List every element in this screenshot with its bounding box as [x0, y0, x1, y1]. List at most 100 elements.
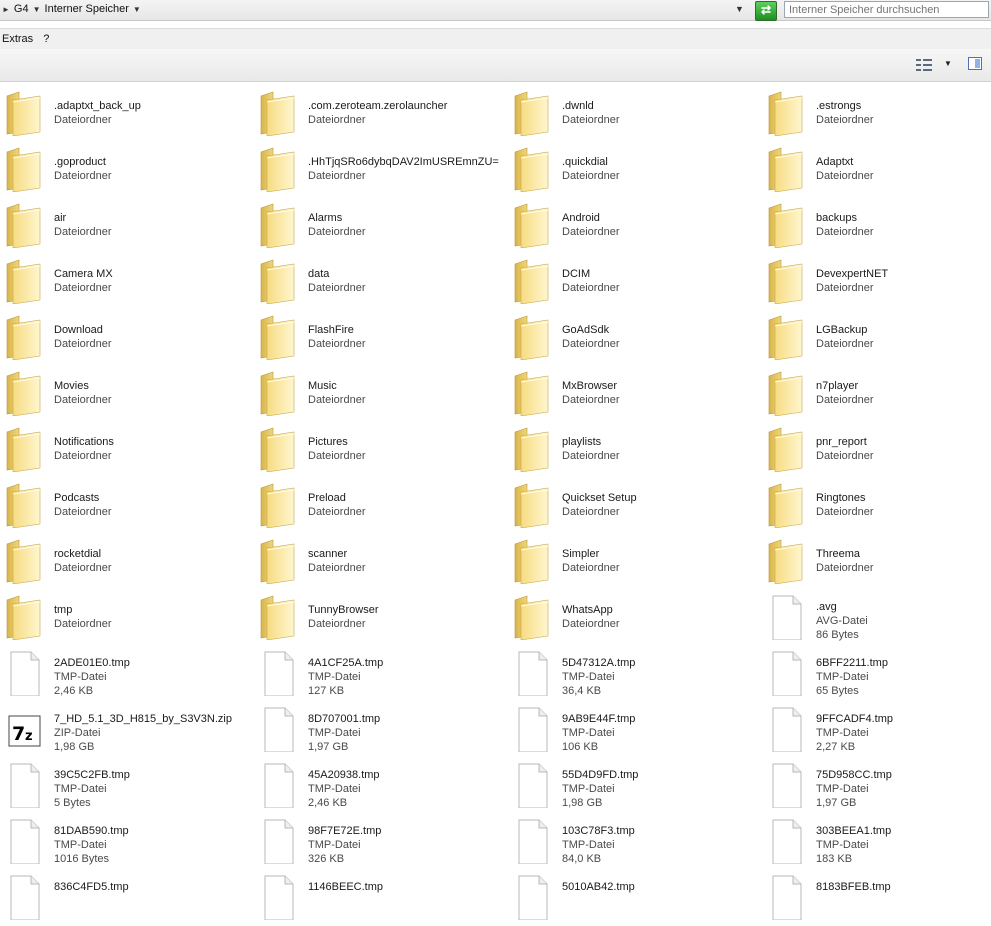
- item-size: 326 KB: [308, 853, 345, 865]
- folder-item[interactable]: .quickdial Dateiordner: [508, 142, 762, 198]
- folder-item[interactable]: Android Dateiordner: [508, 198, 762, 254]
- folder-item[interactable]: scanner Dateiordner: [254, 534, 508, 590]
- breadcrumb-item-g4[interactable]: G4: [14, 3, 29, 15]
- chevron-down-icon[interactable]: ▼: [133, 5, 141, 14]
- file-item[interactable]: 39C5C2FB.tmp TMP-Datei 5 Bytes: [0, 758, 254, 814]
- change-view-icon[interactable]: [916, 59, 932, 71]
- item-name: .avg: [816, 601, 837, 613]
- folder-item[interactable]: backups Dateiordner: [762, 198, 991, 254]
- file-item[interactable]: 1146BEEC.tmp: [254, 870, 508, 926]
- folder-item[interactable]: Quickset Setup Dateiordner: [508, 478, 762, 534]
- chevron-right-icon[interactable]: ►: [2, 5, 10, 14]
- folder-item[interactable]: .HhTjqSRo6dybqDAV2ImUSREmnZU= Dateiordner: [254, 142, 508, 198]
- view-options-dropdown-icon[interactable]: ▼: [944, 59, 952, 68]
- file-item[interactable]: 9FFCADF4.tmp TMP-Datei 2,27 KB: [762, 702, 991, 758]
- item-label: 8183BFEB.tmp: [816, 880, 891, 894]
- folder-item[interactable]: Download Dateiordner: [0, 310, 254, 366]
- search-input[interactable]: [784, 1, 989, 18]
- menu-extras[interactable]: Extras: [0, 33, 41, 45]
- folder-item[interactable]: Movies Dateiordner: [0, 366, 254, 422]
- chevron-down-icon[interactable]: ▼: [33, 5, 41, 14]
- item-label: DevexpertNET Dateiordner: [816, 267, 888, 295]
- item-type: Dateiordner: [816, 170, 874, 182]
- folder-item[interactable]: Notifications Dateiordner: [0, 422, 254, 478]
- item-size: 1,97 GB: [308, 741, 349, 753]
- file-item[interactable]: .avg AVG-Datei 86 Bytes: [762, 590, 991, 646]
- item-label: 7_HD_5.1_3D_H815_by_S3V3N.zip ZIP-Datei 1,…: [54, 712, 232, 754]
- item-label: Preload Dateiordner: [308, 491, 365, 519]
- item-label: Movies Dateiordner: [54, 379, 111, 407]
- folder-item[interactable]: tmp Dateiordner: [0, 590, 254, 646]
- file-item[interactable]: 7 z 7_HD_5.1_3D_H815_by_S3V3N.zip ZIP-Datei…: [0, 702, 254, 758]
- item-type: Dateiordner: [54, 114, 112, 126]
- folder-item[interactable]: LGBackup Dateiordner: [762, 310, 991, 366]
- folder-icon: [514, 539, 549, 584]
- item-label: 45A20938.tmp TMP-Datei 2,46 KB: [308, 768, 380, 810]
- folder-item[interactable]: n7player Dateiordner: [762, 366, 991, 422]
- folder-item[interactable]: .dwnld Dateiordner: [508, 86, 762, 142]
- folder-item[interactable]: Ringtones Dateiordner: [762, 478, 991, 534]
- breadcrumb-item-storage[interactable]: Interner Speicher: [45, 3, 129, 15]
- folder-item[interactable]: Preload Dateiordner: [254, 478, 508, 534]
- file-item[interactable]: 8183BFEB.tmp: [762, 870, 991, 926]
- breadcrumb: ► G4 ▼ Interner Speicher ▼: [2, 3, 141, 15]
- file-item[interactable]: 5010AB42.tmp: [508, 870, 762, 926]
- file-item[interactable]: 836C4FD5.tmp: [0, 870, 254, 926]
- folder-item[interactable]: .adaptxt_back_up Dateiordner: [0, 86, 254, 142]
- file-item[interactable]: 303BEEA1.tmp TMP-Datei 183 KB: [762, 814, 991, 870]
- item-type: Dateiordner: [562, 170, 620, 182]
- item-type: TMP-Datei: [816, 783, 869, 795]
- folder-item[interactable]: MxBrowser Dateiordner: [508, 366, 762, 422]
- folder-item[interactable]: GoAdSdk Dateiordner: [508, 310, 762, 366]
- file-item[interactable]: 55D4D9FD.tmp TMP-Datei 1,98 GB: [508, 758, 762, 814]
- file-item[interactable]: 8D707001.tmp TMP-Datei 1,97 GB: [254, 702, 508, 758]
- item-label: 39C5C2FB.tmp TMP-Datei 5 Bytes: [54, 768, 130, 810]
- folder-icon: [260, 539, 295, 584]
- file-item[interactable]: 98F7E72E.tmp TMP-Datei 326 KB: [254, 814, 508, 870]
- folder-item[interactable]: WhatsApp Dateiordner: [508, 590, 762, 646]
- folder-item[interactable]: Simpler Dateiordner: [508, 534, 762, 590]
- item-type: Dateiordner: [54, 450, 112, 462]
- folder-item[interactable]: Pictures Dateiordner: [254, 422, 508, 478]
- preview-pane-icon[interactable]: [968, 57, 982, 70]
- folder-item[interactable]: Camera MX Dateiordner: [0, 254, 254, 310]
- folder-item[interactable]: air Dateiordner: [0, 198, 254, 254]
- folder-item[interactable]: Podcasts Dateiordner: [0, 478, 254, 534]
- folder-item[interactable]: rocketdial Dateiordner: [0, 534, 254, 590]
- history-dropdown-icon[interactable]: ▼: [735, 4, 744, 14]
- file-item[interactable]: 9AB9E44F.tmp TMP-Datei 106 KB: [508, 702, 762, 758]
- folder-item[interactable]: data Dateiordner: [254, 254, 508, 310]
- folder-item[interactable]: .estrongs Dateiordner: [762, 86, 991, 142]
- file-item[interactable]: 2ADE01E0.tmp TMP-Datei 2,46 KB: [0, 646, 254, 702]
- item-label: Music Dateiordner: [308, 379, 365, 407]
- file-item[interactable]: 5D47312A.tmp TMP-Datei 36,4 KB: [508, 646, 762, 702]
- file-item[interactable]: 103C78F3.tmp TMP-Datei 84,0 KB: [508, 814, 762, 870]
- file-icon: [518, 651, 548, 696]
- file-item[interactable]: 4A1CF25A.tmp TMP-Datei 127 KB: [254, 646, 508, 702]
- refresh-icon[interactable]: ⇄: [755, 1, 777, 21]
- folder-item[interactable]: Adaptxt Dateiordner: [762, 142, 991, 198]
- file-item[interactable]: 75D958CC.tmp TMP-Datei 1,97 GB: [762, 758, 991, 814]
- folder-item[interactable]: Alarms Dateiordner: [254, 198, 508, 254]
- folder-icon: [6, 147, 41, 192]
- folder-icon: [768, 203, 803, 248]
- item-name: data: [308, 268, 330, 280]
- folder-item[interactable]: Music Dateiordner: [254, 366, 508, 422]
- folder-item[interactable]: .com.zeroteam.zerolauncher Dateiordner: [254, 86, 508, 142]
- folder-item[interactable]: Threema Dateiordner: [762, 534, 991, 590]
- file-item[interactable]: 81DAB590.tmp TMP-Datei 1016 Bytes: [0, 814, 254, 870]
- folder-item[interactable]: DCIM Dateiordner: [508, 254, 762, 310]
- folder-icon: [768, 427, 803, 472]
- folder-item[interactable]: .goproduct Dateiordner: [0, 142, 254, 198]
- folder-item[interactable]: DevexpertNET Dateiordner: [762, 254, 991, 310]
- file-item[interactable]: 45A20938.tmp TMP-Datei 2,46 KB: [254, 758, 508, 814]
- folder-icon: [768, 371, 803, 416]
- folder-item[interactable]: FlashFire Dateiordner: [254, 310, 508, 366]
- folder-item[interactable]: pnr_report Dateiordner: [762, 422, 991, 478]
- menu-help[interactable]: ?: [41, 33, 57, 45]
- item-label: DCIM Dateiordner: [562, 267, 619, 295]
- item-type: Dateiordner: [308, 338, 366, 350]
- folder-item[interactable]: TunnyBrowser Dateiordner: [254, 590, 508, 646]
- file-item[interactable]: 6BFF2211.tmp TMP-Datei 65 Bytes: [762, 646, 991, 702]
- folder-item[interactable]: playlists Dateiordner: [508, 422, 762, 478]
